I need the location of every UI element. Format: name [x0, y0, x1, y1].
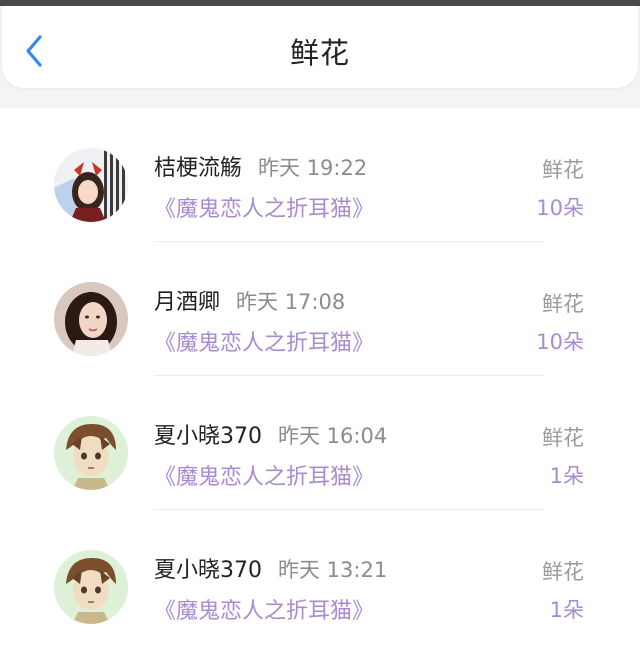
gift-count: 10朵	[536, 330, 584, 354]
gift-count: 10朵	[536, 196, 584, 220]
avatar[interactable]	[54, 550, 128, 624]
record-header: 月酒卿 昨天 17:08	[154, 284, 345, 316]
gift-type: 鲜花	[542, 158, 584, 182]
gift-type: 鲜花	[542, 560, 584, 584]
timestamp: 昨天 17:08	[236, 290, 346, 314]
list-item[interactable]: 月酒卿 昨天 17:08 《魔鬼恋人之折耳猫》 鲜花 10朵	[0, 242, 640, 376]
record-header: 夏小晓370 昨天 13:21	[154, 552, 387, 584]
user-name[interactable]: 夏小晓370	[154, 558, 262, 583]
anime-girl-avatar-icon	[54, 148, 128, 222]
book-title-link[interactable]: 《魔鬼恋人之折耳猫》	[154, 593, 374, 625]
user-name[interactable]: 夏小晓370	[154, 424, 262, 449]
list-item[interactable]: 桔梗流觞 昨天 19:22 《魔鬼恋人之折耳猫》 鲜花 10朵	[0, 108, 640, 242]
gift-type: 鲜花	[542, 292, 584, 316]
gift-count: 1朵	[549, 464, 584, 488]
gift-type: 鲜花	[542, 426, 584, 450]
user-name[interactable]: 桔梗流觞	[154, 156, 242, 181]
list-item[interactable]: 夏小晓370 昨天 16:04 《魔鬼恋人之折耳猫》 鲜花 1朵	[0, 376, 640, 510]
avatar[interactable]	[54, 282, 128, 356]
book-title-link[interactable]: 《魔鬼恋人之折耳猫》	[154, 191, 374, 223]
gift-count: 1朵	[549, 598, 584, 622]
timestamp: 昨天 16:04	[278, 424, 388, 448]
record-header: 桔梗流觞 昨天 19:22	[154, 150, 367, 182]
user-name[interactable]: 月酒卿	[154, 290, 220, 315]
anime-boy-avatar-icon	[54, 550, 128, 624]
book-title-link[interactable]: 《魔鬼恋人之折耳猫》	[154, 325, 374, 357]
header-bar: 鲜花	[2, 6, 638, 88]
list-item[interactable]: 夏小晓370 昨天 13:21 《魔鬼恋人之折耳猫》 鲜花 1朵	[0, 510, 640, 644]
timestamp: 昨天 19:22	[258, 156, 368, 180]
avatar[interactable]	[54, 416, 128, 490]
page-title: 鲜花	[289, 36, 350, 70]
timestamp: 昨天 13:21	[278, 558, 388, 582]
book-title-link[interactable]: 《魔鬼恋人之折耳猫》	[154, 459, 374, 491]
anime-boy-avatar-icon	[54, 416, 128, 490]
woman-portrait-avatar-icon	[54, 282, 128, 356]
record-header: 夏小晓370 昨天 16:04	[154, 418, 387, 450]
avatar[interactable]	[54, 148, 128, 222]
gift-record-list: 桔梗流觞 昨天 19:22 《魔鬼恋人之折耳猫》 鲜花 10朵 月酒卿 昨天 17:…	[0, 108, 640, 668]
